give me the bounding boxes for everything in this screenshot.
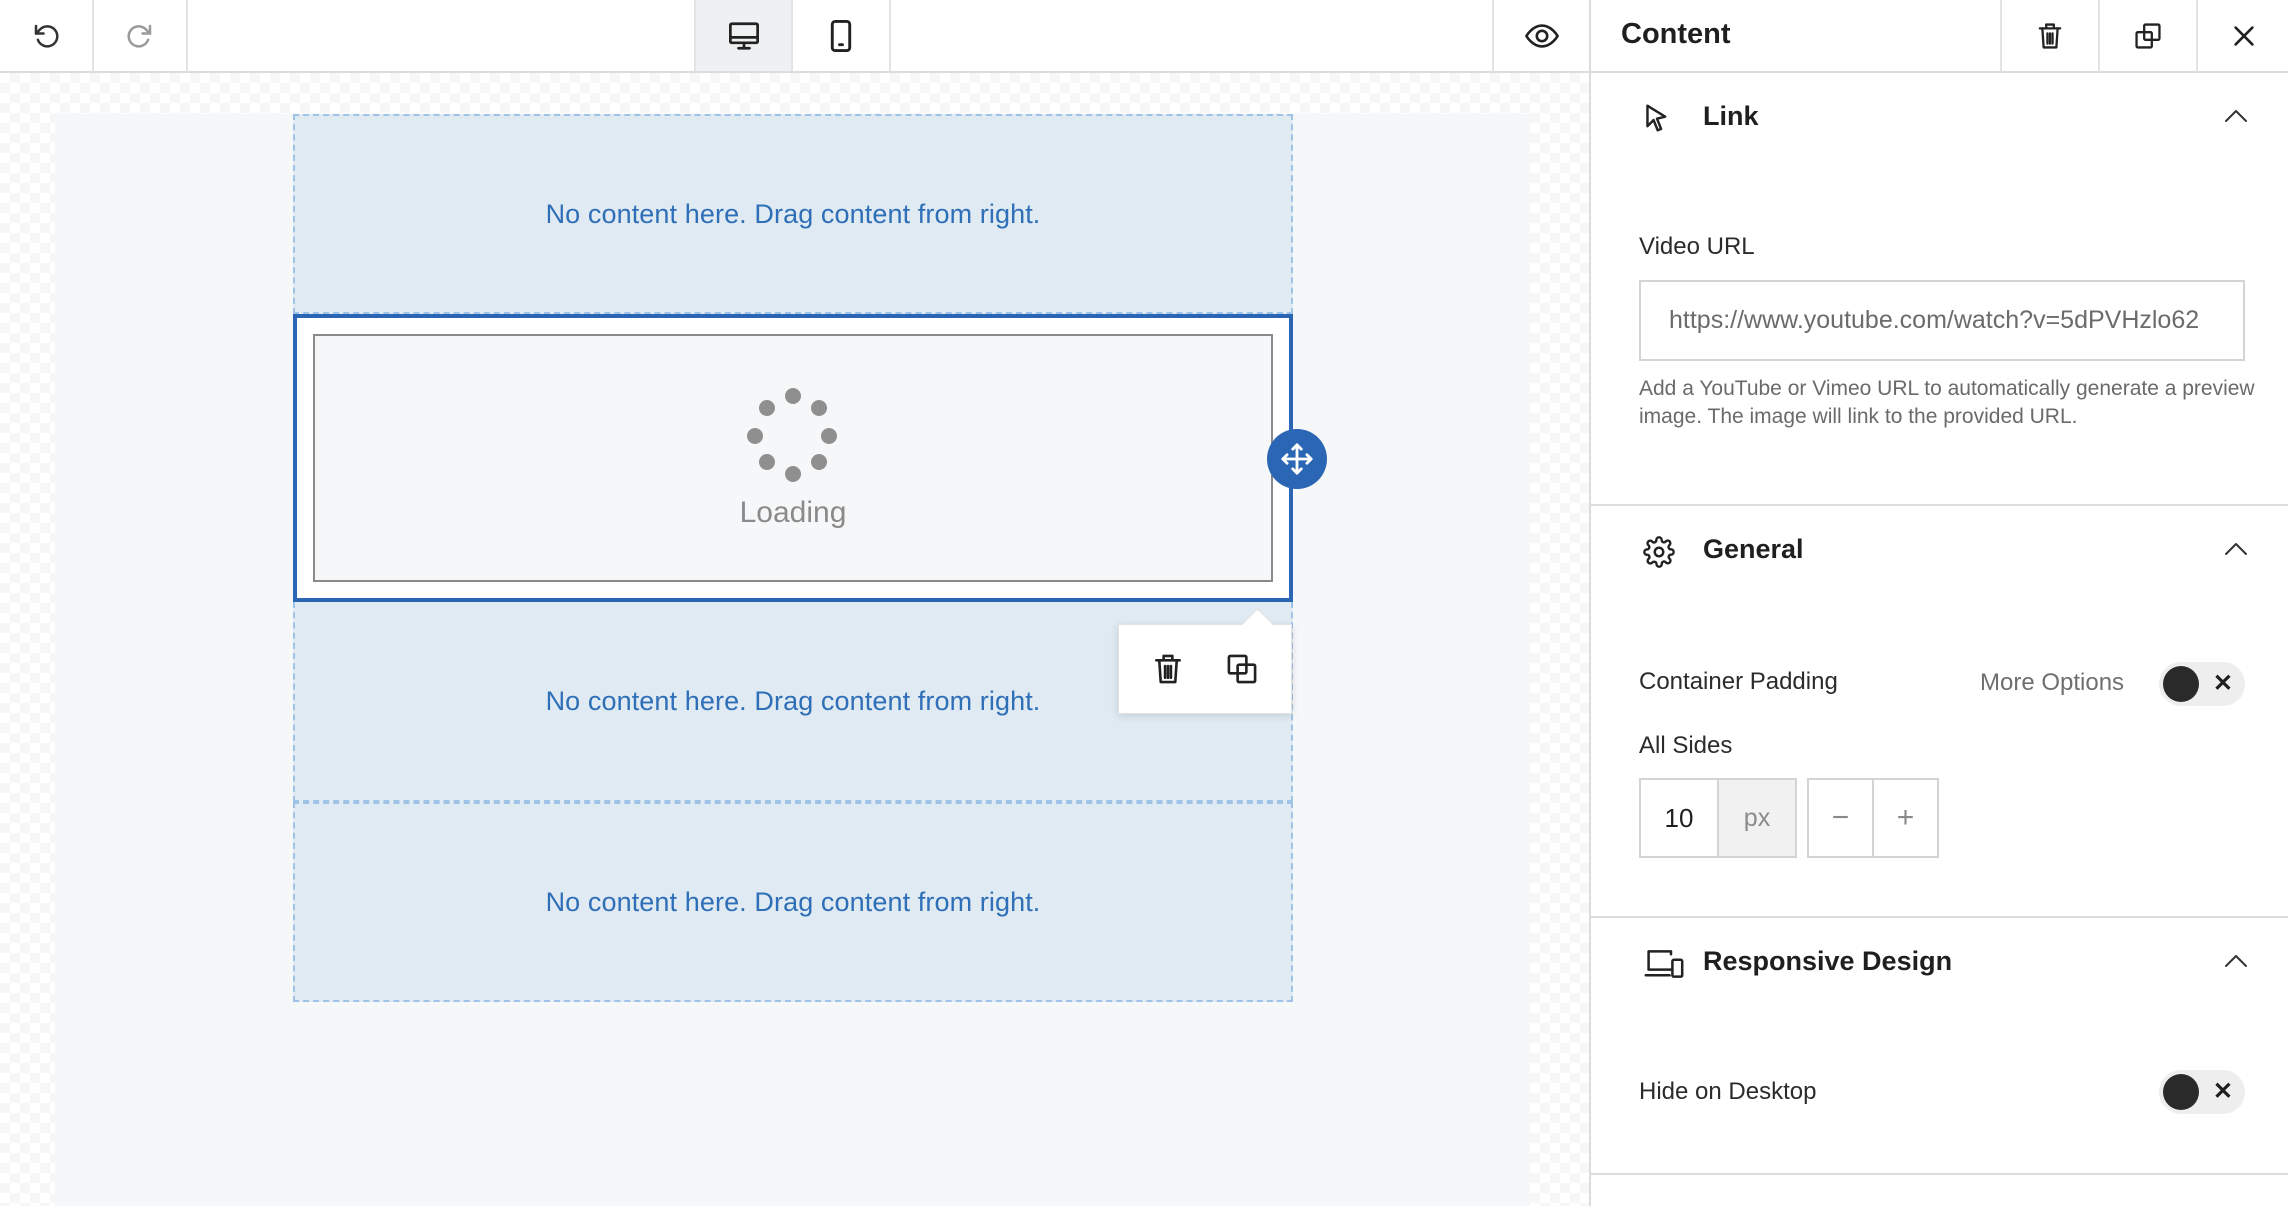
chevron-up-icon [2225,110,2247,122]
desktop-view-button[interactable] [696,0,793,71]
video-block-selected[interactable]: Loading [293,314,1293,602]
editor-toolbar [0,0,1589,73]
section-title: Link [1703,101,1759,131]
container-padding-label: Container Padding [1639,668,1838,695]
panel-close-button[interactable] [2196,0,2288,71]
toggle-off-icon: ✕ [2212,670,2233,697]
redo-button[interactable] [94,0,188,71]
mobile-view-button[interactable] [793,0,891,71]
link-section-header[interactable]: Link [1591,73,2288,163]
padding-unit: px [1719,778,1797,858]
redo-icon [127,24,152,48]
panel-title: Content [1621,18,1731,50]
link-section: Link Video URL Add a YouTube or Vimeo UR… [1591,73,2288,506]
trash-icon [2038,22,2062,49]
toggle-knob [2163,1074,2199,1110]
duplicate-icon [1227,654,1257,684]
desktop-icon [728,21,759,50]
all-sides-label: All Sides [1639,732,1733,759]
chevron-up-icon [2225,955,2247,967]
undo-button[interactable] [0,0,94,71]
cursor-pointer-icon [1646,104,1667,132]
mobile-icon [830,19,852,52]
toggle-off-icon: ✕ [2212,1078,2233,1105]
video-url-label: Video URL [1639,233,1755,260]
eye-icon [1524,23,1559,48]
gear-icon [1643,536,1675,568]
panel-delete-button[interactable] [2000,0,2098,71]
empty-row-dropzone[interactable]: No content here. Drag content from right… [293,802,1293,1002]
section-title: General [1703,534,1804,564]
more-options-label: More Options [1980,669,2125,696]
dropzone-text: No content here. Drag content from right… [545,886,1041,917]
padding-value-input[interactable]: 10 [1639,778,1719,858]
padding-increment-button[interactable]: + [1872,778,1939,858]
chevron-up-icon [2225,543,2247,555]
empty-row-dropzone[interactable]: No content here. Drag content from right… [293,114,1293,314]
hide-on-desktop-toggle[interactable]: ✕ [2159,1070,2245,1114]
devices-icon [1644,950,1684,978]
move-arrows-icon [1281,443,1313,475]
dropzone-text: No content here. Drag content from right… [545,198,1041,229]
trash-icon [1155,654,1181,684]
panel-header: Content [1591,0,2288,73]
responsive-section-header[interactable]: Responsive Design [1591,918,2288,1008]
video-url-help: Add a YouTube or Vimeo URL to automatica… [1639,377,2255,428]
loading-label: Loading [739,496,847,529]
section-title: Responsive Design [1703,946,1953,976]
loading-spinner-icon [743,386,843,486]
panel-duplicate-button[interactable] [2098,0,2196,71]
padding-decrement-button[interactable]: − [1807,778,1874,858]
block-actions-toolbar [1118,624,1292,714]
hide-on-desktop-label: Hide on Desktop [1639,1078,1817,1105]
video-preview: Loading [313,334,1273,582]
duplicate-icon [2135,22,2161,49]
properties-panel: Content Link Video URL https://www.youtu… [1589,0,2288,1206]
video-url-input[interactable] [1639,280,2245,361]
preview-button[interactable] [1494,0,1589,71]
general-section-header[interactable]: General [1591,506,2288,596]
general-section: General Container Padding More Options ✕… [1591,506,2288,918]
dropzone-text: No content here. Drag content from right… [545,685,1041,716]
move-handle[interactable] [1267,429,1327,489]
more-options-toggle[interactable]: ✕ [2159,662,2245,706]
delete-block-button[interactable] [1138,639,1198,699]
close-icon [2234,25,2254,46]
undo-icon [34,24,59,48]
responsive-section: Responsive Design Hide on Desktop ✕ [1591,918,2288,1175]
duplicate-block-button[interactable] [1212,639,1272,699]
toggle-knob [2163,666,2199,702]
